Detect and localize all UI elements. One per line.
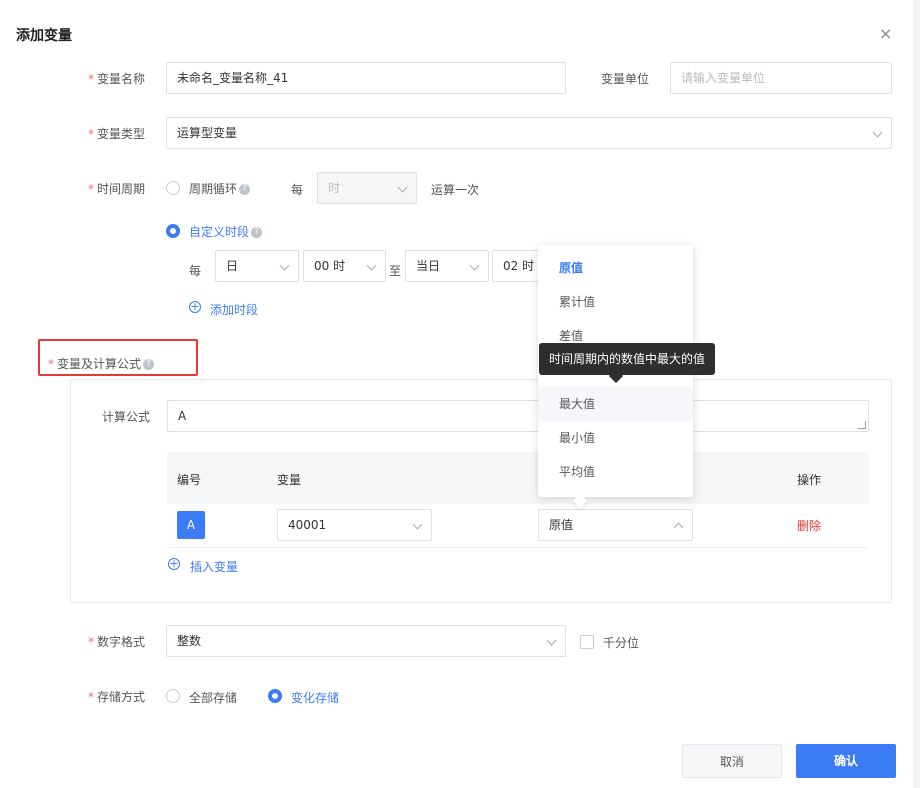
variable-select-value: 40001 bbox=[288, 518, 327, 532]
unit-input[interactable]: 请输入变量单位 bbox=[670, 62, 892, 94]
th-no: 编号 bbox=[177, 473, 202, 487]
end-hour-select-value: 02 时 bbox=[503, 259, 535, 273]
end-day-select[interactable]: 当日 bbox=[405, 250, 489, 282]
value-type-select[interactable]: 原值 bbox=[538, 509, 693, 541]
delete-link[interactable]: 删除 bbox=[797, 517, 821, 534]
hour-select-value: 00 时 bbox=[314, 259, 346, 273]
storage-label: * 存储方式 bbox=[88, 690, 146, 704]
storage-all-option[interactable]: 全部存储 bbox=[189, 689, 237, 706]
th-variable: 变量 bbox=[277, 473, 302, 487]
chevron-down-icon bbox=[546, 635, 557, 646]
number-format-label: * 数字格式 bbox=[88, 635, 146, 649]
type-select[interactable]: 运算型变量 bbox=[166, 117, 892, 149]
number-format-value: 整数 bbox=[177, 634, 202, 648]
to-label: 至 bbox=[389, 264, 402, 278]
help-icon: ? bbox=[251, 227, 263, 238]
type-select-value: 运算型变量 bbox=[177, 126, 238, 140]
value-type-value: 原值 bbox=[549, 518, 574, 532]
hour-select[interactable]: 00 时 bbox=[303, 250, 386, 282]
close-icon[interactable]: × bbox=[879, 26, 892, 42]
help-icon: ? bbox=[239, 184, 251, 195]
number-format-select[interactable]: 整数 bbox=[166, 625, 566, 657]
day-select-value: 日 bbox=[226, 259, 239, 273]
tooltip: 时间周期内的数值中最大的值 bbox=[539, 343, 715, 375]
period-label: * 时间周期 bbox=[88, 182, 146, 196]
help-icon: ? bbox=[143, 359, 155, 370]
end-day-select-value: 当日 bbox=[416, 259, 441, 273]
custom-option[interactable]: 自定义时段? bbox=[189, 223, 263, 240]
compute-once-label: 运算一次 bbox=[431, 183, 480, 197]
dropdown-item[interactable]: 原值 bbox=[538, 251, 693, 285]
add-icon[interactable]: + bbox=[189, 301, 201, 313]
th-ops: 操作 bbox=[797, 473, 822, 487]
unit-label: 变量单位 bbox=[601, 72, 650, 86]
formula-label: 计算公式 bbox=[102, 410, 151, 424]
chevron-down-icon bbox=[279, 260, 290, 271]
formula-section-label: * 变量及计算公式? bbox=[48, 355, 155, 372]
custom-radio[interactable] bbox=[166, 224, 180, 238]
chevron-down-icon bbox=[366, 260, 377, 271]
dialog-title: 添加变量 bbox=[16, 28, 72, 44]
chevron-down-icon bbox=[412, 519, 423, 530]
formula-value: A bbox=[178, 409, 187, 423]
resize-handle[interactable] bbox=[858, 421, 866, 429]
chevron-down-icon bbox=[397, 182, 408, 193]
thousands-checkbox[interactable] bbox=[580, 635, 594, 649]
name-input[interactable]: 未命名_变量名称_41 bbox=[166, 62, 566, 94]
table-header bbox=[167, 452, 869, 504]
cycle-unit-value: 时 bbox=[328, 181, 341, 195]
variable-select[interactable]: 40001 bbox=[277, 509, 432, 541]
insert-variable-link[interactable]: 插入变量 bbox=[190, 558, 238, 575]
type-label: * 变量类型 bbox=[88, 127, 146, 141]
dropdown-item[interactable]: 累计值 bbox=[538, 285, 693, 319]
dropdown-item[interactable]: 平均值 bbox=[538, 455, 693, 489]
scroll-edge bbox=[913, 0, 920, 788]
add-period-link[interactable]: 添加时段 bbox=[210, 301, 258, 318]
name-label: * 变量名称 bbox=[88, 72, 146, 86]
cycle-radio[interactable] bbox=[166, 181, 180, 195]
storage-change-radio[interactable] bbox=[268, 689, 282, 703]
var-badge: A bbox=[177, 511, 205, 539]
storage-all-radio[interactable] bbox=[166, 689, 180, 703]
dropdown-item[interactable]: 最大值 bbox=[538, 387, 693, 421]
insert-icon[interactable]: + bbox=[168, 558, 180, 570]
cancel-button[interactable]: 取消 bbox=[682, 744, 782, 778]
every-label: 每 bbox=[291, 183, 304, 197]
row-divider bbox=[167, 547, 869, 548]
chevron-down-icon bbox=[872, 127, 883, 138]
storage-change-option[interactable]: 变化存储 bbox=[291, 689, 339, 706]
thousands-label: 千分位 bbox=[603, 636, 640, 650]
dropdown-item[interactable]: 最小值 bbox=[538, 421, 693, 455]
chevron-up-icon bbox=[673, 522, 684, 533]
day-select[interactable]: 日 bbox=[215, 250, 299, 282]
chevron-down-icon bbox=[469, 260, 480, 271]
confirm-button[interactable]: 确认 bbox=[796, 744, 896, 778]
cycle-option[interactable]: 周期循环? bbox=[189, 180, 251, 197]
formula-textarea[interactable]: A bbox=[167, 400, 869, 432]
cycle-unit-select: 时 bbox=[317, 172, 417, 204]
every2-label: 每 bbox=[189, 264, 202, 278]
